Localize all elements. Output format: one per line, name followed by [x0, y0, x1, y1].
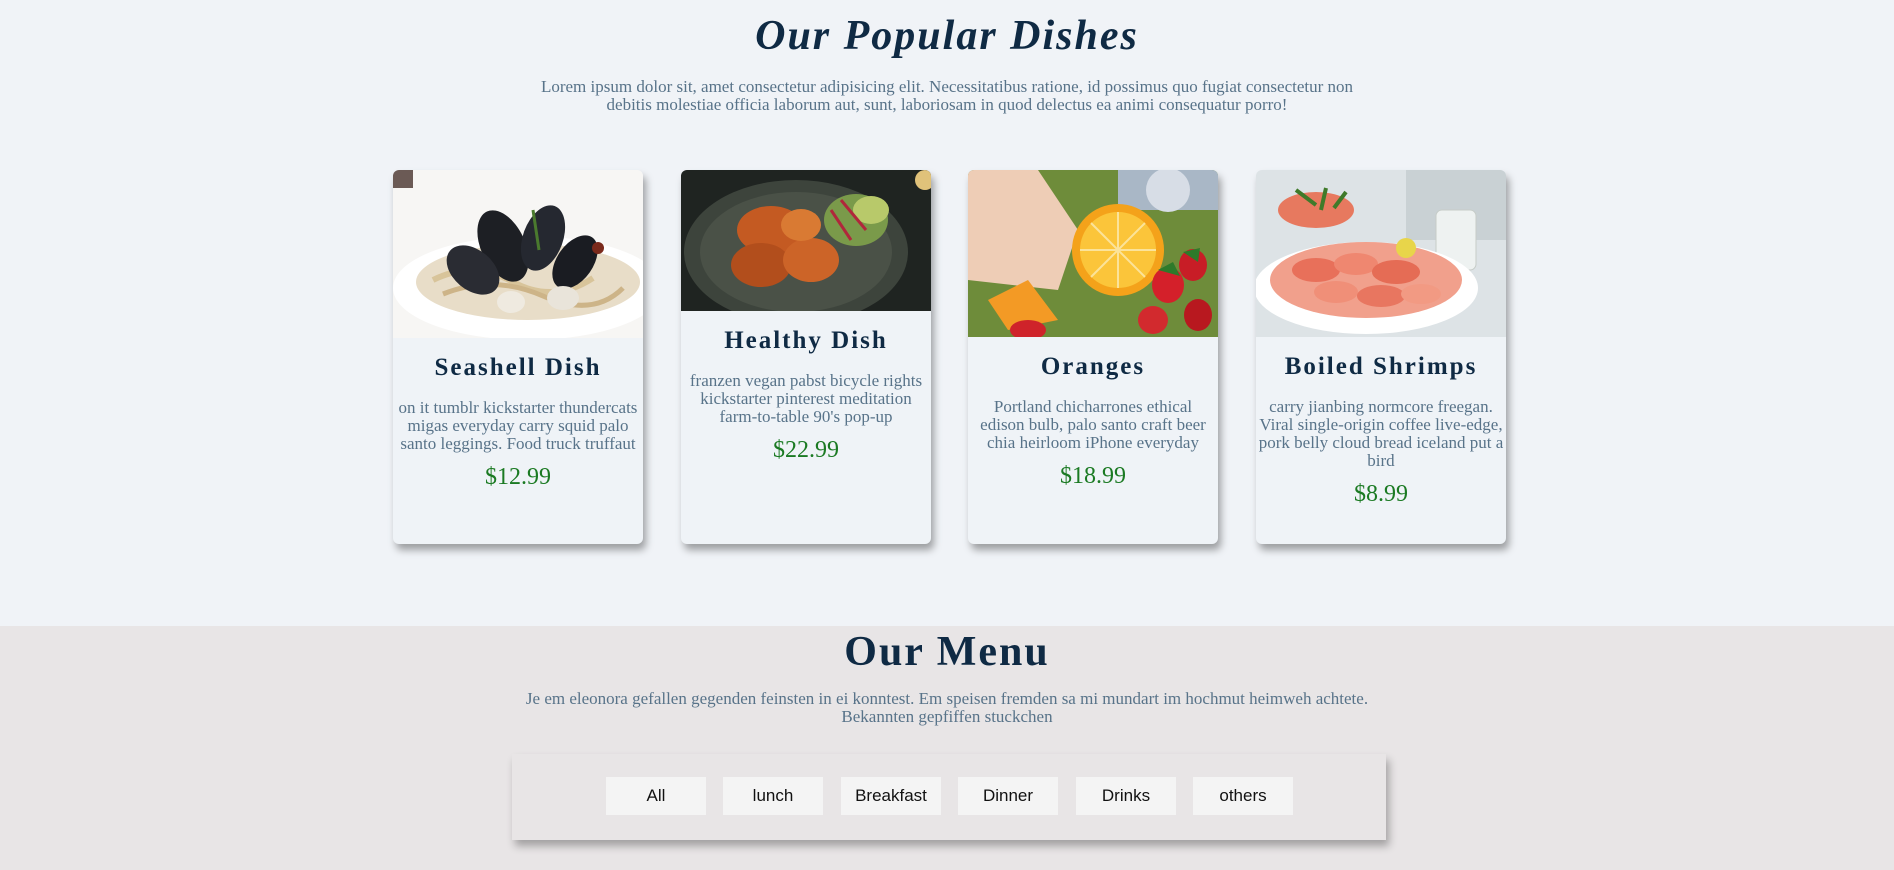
- dish-title: Seashell Dish: [434, 354, 602, 381]
- menu-title: Our Menu: [844, 629, 1050, 675]
- filter-button-others[interactable]: others: [1193, 777, 1293, 815]
- menu-description: Je em eleonora gefallen gegenden feinste…: [525, 689, 1369, 726]
- dish-price: $12.99: [485, 464, 551, 490]
- dish-description: Portland chicharrones ethical edison bul…: [980, 397, 1206, 452]
- dish-title: Boiled Shrimps: [1284, 353, 1478, 380]
- popular-dishes-title: Our Popular Dishes: [755, 13, 1139, 59]
- dish-title: Oranges: [1040, 353, 1146, 380]
- menu-filter-bar: All lunch Breakfast Dinner Drinks others: [512, 754, 1386, 840]
- dish-description: on it tumblr kickstarter thundercats mig…: [398, 398, 638, 453]
- dish-description: franzen vegan pabst bicycle rights kicks…: [689, 371, 923, 426]
- dish-image-healthy: [681, 170, 931, 311]
- dish-price: $18.99: [1060, 463, 1126, 489]
- dish-image-shrimps: [1256, 170, 1506, 337]
- dish-image-oranges: [968, 170, 1218, 337]
- popular-dishes-section: Our Popular Dishes Lorem ipsum dolor sit…: [0, 0, 1894, 626]
- dish-description: carry jianbing normcore freegan. Viral s…: [1258, 397, 1504, 470]
- filter-button-all[interactable]: All: [606, 777, 706, 815]
- filter-button-breakfast[interactable]: Breakfast: [841, 777, 941, 815]
- popular-dishes-description: Lorem ipsum dolor sit, amet consectetur …: [540, 77, 1354, 114]
- dish-card-oranges[interactable]: Oranges Portland chicharrones ethical ed…: [968, 170, 1218, 544]
- dish-image-seashell: [393, 170, 643, 338]
- dish-price: $22.99: [773, 437, 839, 463]
- dish-card-seashell[interactable]: Seashell Dish on it tumblr kickstarter t…: [393, 170, 643, 544]
- filter-button-lunch[interactable]: lunch: [723, 777, 823, 815]
- filter-button-drinks[interactable]: Drinks: [1076, 777, 1176, 815]
- menu-section: Our Menu Je em eleonora gefallen gegende…: [0, 626, 1894, 870]
- dish-card-shrimps[interactable]: Boiled Shrimps carry jianbing normcore f…: [1256, 170, 1506, 544]
- dish-price: $8.99: [1354, 481, 1408, 507]
- filter-button-dinner[interactable]: Dinner: [958, 777, 1058, 815]
- dish-title: Healthy Dish: [724, 327, 888, 354]
- dish-card-healthy[interactable]: Healthy Dish franzen vegan pabst bicycle…: [681, 170, 931, 544]
